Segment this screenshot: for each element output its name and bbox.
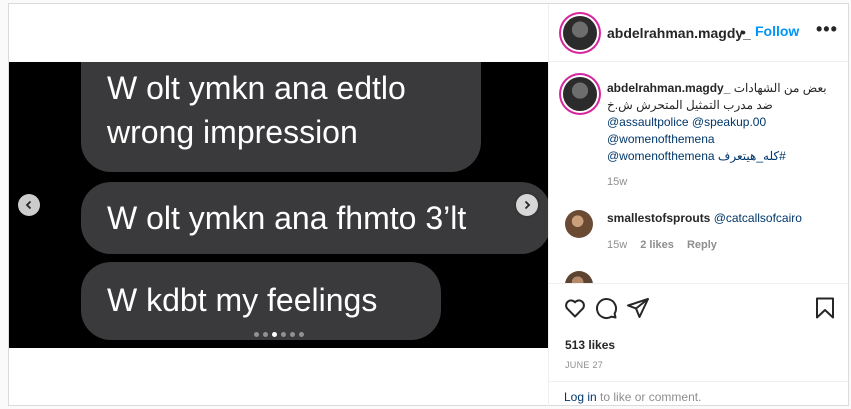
- mention-link[interactable]: @catcallsofcairo: [714, 211, 802, 225]
- next-slide-button[interactable]: [516, 194, 538, 216]
- avatar[interactable]: [565, 210, 593, 238]
- message-text: W olt ymkn ana fhmto 3’lt: [107, 200, 467, 236]
- caption-text: بعض من الشهادات: [733, 81, 827, 95]
- carousel-indicator: [9, 332, 548, 337]
- login-text: to like or comment.: [596, 390, 702, 404]
- message-text: W kdbt my feelings: [107, 282, 378, 318]
- hashtag-link[interactable]: #كله_هيتعرف: [718, 149, 786, 163]
- post-sidebar: abdelrahman.magdy_ • Follow ••• abdelrah…: [548, 4, 850, 406]
- message-bubble: W kdbt my feelings: [81, 262, 441, 340]
- caption-username[interactable]: abdelrahman.magdy_: [607, 81, 730, 95]
- separator-dot: •: [741, 24, 746, 40]
- post-date[interactable]: JUNE 27: [565, 360, 603, 370]
- reply-button[interactable]: Reply: [687, 239, 717, 251]
- follow-button[interactable]: Follow: [755, 23, 799, 39]
- comment-icon[interactable]: [594, 296, 618, 320]
- username-link[interactable]: abdelrahman.magdy_: [607, 25, 751, 41]
- message-text: wrong impression: [107, 114, 358, 150]
- carousel-dot: [280, 332, 286, 337]
- comment-meta: 15w 2 likes Reply: [607, 239, 727, 251]
- comment-likes[interactable]: 2 likes: [640, 239, 674, 251]
- mention-link[interactable]: @womenofthemena: [607, 132, 715, 146]
- caption-timestamp[interactable]: 15w: [607, 176, 627, 188]
- carousel-dot: [289, 332, 295, 337]
- login-link[interactable]: Log in: [564, 390, 597, 404]
- comments-section[interactable]: abdelrahman.magdy_ بعض من الشهادات ضد مد…: [549, 63, 850, 283]
- comment: smallestofsprouts @catcallsofcairo: [607, 211, 802, 225]
- bookmark-icon[interactable]: [813, 296, 837, 320]
- carousel-dot: [271, 332, 277, 337]
- post-actions: 513 likes JUNE 27 Log in to like or comm…: [549, 283, 850, 405]
- previous-slide-button[interactable]: [18, 194, 40, 216]
- mention-link[interactable]: @speakup.00: [692, 115, 766, 129]
- more-options-button[interactable]: •••: [816, 19, 838, 40]
- chevron-left-icon: [25, 200, 32, 210]
- heart-icon[interactable]: [563, 296, 587, 320]
- carousel-dot: [298, 332, 304, 337]
- caption-text: ضد مدرب التمثيل المتحرش ش.خ: [607, 98, 773, 112]
- login-prompt: Log in to like or comment.: [549, 381, 850, 407]
- post-card: W olt ymkn ana edtlo wrong impression W …: [8, 3, 850, 406]
- message-text: W olt ymkn ana edtlo: [107, 70, 406, 106]
- mention-link[interactable]: @womenofthemena: [607, 149, 715, 163]
- avatar[interactable]: [563, 16, 597, 50]
- message-bubble: W olt ymkn ana edtlo wrong impression: [81, 62, 481, 172]
- caption: abdelrahman.magdy_ بعض من الشهادات ضد مد…: [607, 80, 837, 165]
- mention-link[interactable]: @assaultpolice: [607, 115, 689, 129]
- post-header: abdelrahman.magdy_ • Follow •••: [549, 4, 850, 62]
- avatar[interactable]: [563, 77, 597, 111]
- carousel-dot: [253, 332, 259, 337]
- message-bubble: W olt ymkn ana fhmto 3’lt: [81, 182, 548, 254]
- avatar[interactable]: [565, 271, 593, 283]
- post-media[interactable]: W olt ymkn ana edtlo wrong impression W …: [9, 62, 548, 348]
- comment-timestamp[interactable]: 15w: [607, 239, 627, 251]
- comment-username[interactable]: smallestofsprouts: [607, 211, 710, 225]
- likes-count[interactable]: 513 likes: [565, 338, 615, 352]
- carousel-dot: [262, 332, 268, 337]
- share-icon[interactable]: [626, 296, 650, 320]
- chevron-right-icon: [524, 200, 531, 210]
